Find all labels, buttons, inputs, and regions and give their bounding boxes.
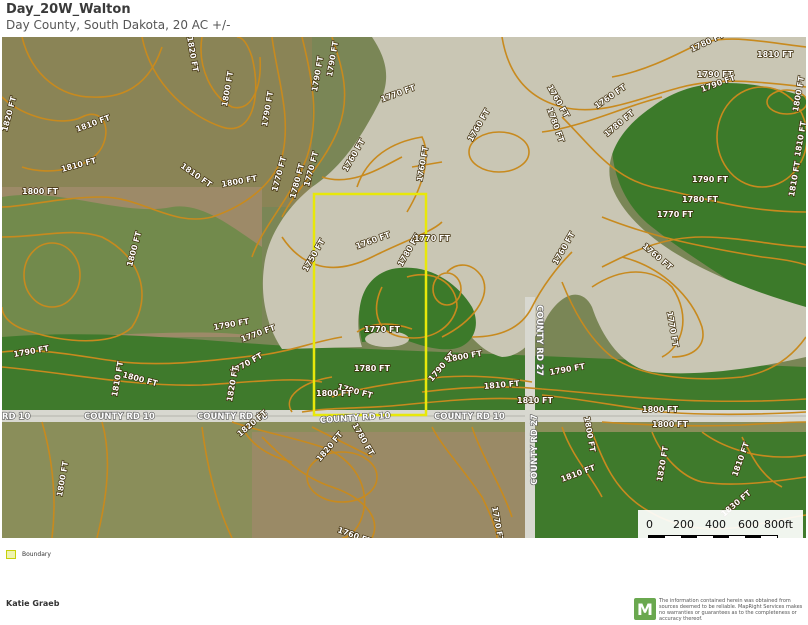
road-label: RD 10 — [2, 412, 30, 422]
scale-bar: 0 200 400 600 800ft — [638, 510, 803, 538]
road-label: COUNTY RD 10 — [434, 412, 505, 422]
scale-label: 600 — [738, 518, 759, 531]
contour-label: 1780 FT — [682, 195, 719, 204]
mapright-logo-icon: M — [634, 598, 656, 620]
agent-name: Katie Graeb — [6, 599, 60, 608]
contour-label: 1770 FT — [657, 210, 694, 219]
contour-label: 1800 FT — [642, 405, 679, 414]
contour-label: 1800 FT — [316, 389, 353, 398]
road-label: COUNTY RD 27 — [534, 305, 544, 376]
road-label: COUNTY RD 10 — [84, 412, 155, 422]
scale-label: 800ft — [764, 518, 793, 531]
road-label: COUNTY RD 27 — [530, 414, 540, 485]
scale-label: 200 — [673, 518, 694, 531]
scale-label: 0 — [646, 518, 653, 531]
contour-label: 1810 FT — [517, 396, 554, 405]
map-canvas[interactable]: RD 10 COUNTY RD 10 COUNTY RD 10 COUNTY R… — [2, 37, 806, 538]
legend-label: Boundary — [22, 551, 51, 558]
contour-label: 1810 FT — [757, 50, 794, 59]
contour-label: 1800 FT — [22, 187, 59, 196]
contour-label: 1800 FT — [652, 420, 689, 429]
aerial-map[interactable]: RD 10 COUNTY RD 10 COUNTY RD 10 COUNTY R… — [2, 37, 806, 538]
contour-label: 1780 FT — [354, 364, 391, 373]
legend: Boundary — [6, 550, 51, 559]
scale-label: 400 — [705, 518, 726, 531]
disclaimer-text: The information contained herein was obt… — [659, 598, 803, 622]
boundary-swatch-icon — [6, 550, 16, 559]
contour-label: 1770 FT — [364, 325, 401, 334]
contour-label: 1770 FT — [414, 234, 451, 243]
map-subtitle: Day County, South Dakota, 20 AC +/- — [6, 18, 231, 32]
scale-bar-graphic — [648, 535, 778, 538]
map-title: Day_20W_Walton — [6, 2, 131, 17]
tilled-field-bottom — [252, 432, 532, 538]
contour-label: 1790 FT — [692, 175, 729, 184]
